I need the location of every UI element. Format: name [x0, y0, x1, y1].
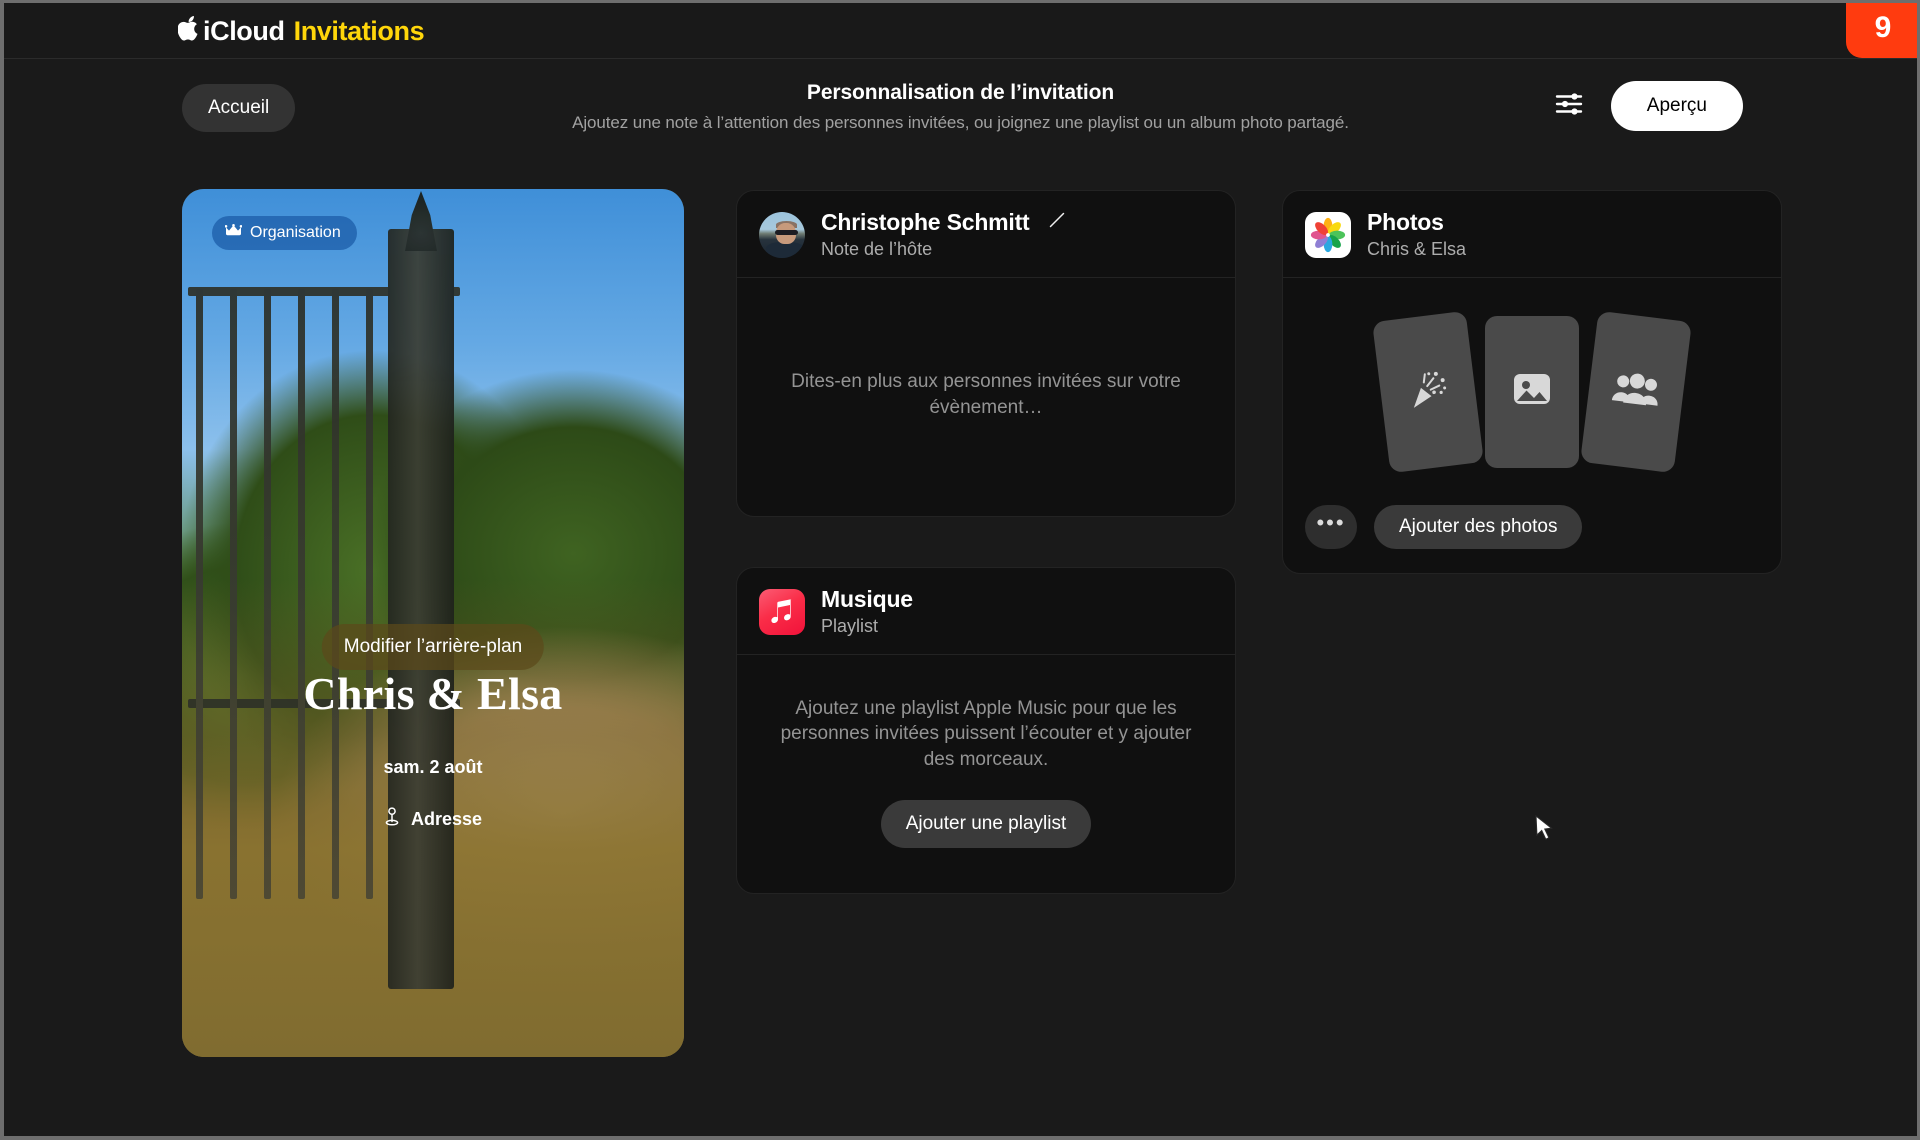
photo-placeholder-people [1580, 310, 1692, 473]
main-content: Organisation Modifier l’arrière-plan Chr… [4, 151, 1917, 1057]
photos-card-titles: Photos Chris & Elsa [1367, 209, 1466, 260]
music-card-placeholder: Ajoutez une playlist Apple Music pour qu… [780, 697, 1192, 770]
event-address-label: Adresse [410, 809, 483, 829]
top-bar: iCloud Invitations 9 [4, 3, 1917, 59]
host-name: Christophe Schmitt [821, 209, 1030, 235]
music-card-body: Ajoutez une playlist Apple Music pour qu… [737, 655, 1235, 893]
music-card-titles: Musique Playlist [821, 586, 913, 637]
host-note-placeholder: Dites-en plus aux personnes invitées sur… [791, 371, 1181, 418]
music-card[interactable]: Musique Playlist Ajoutez une playlist Ap… [736, 567, 1236, 894]
photos-card-title: Photos [1367, 209, 1444, 235]
organizer-badge-label: Organisation [250, 224, 341, 241]
apple-music-icon [759, 588, 805, 635]
page-header: Accueil Personnalisation de l’invitation… [4, 59, 1917, 151]
sliders-icon[interactable] [1554, 91, 1584, 122]
event-address[interactable]: Adresse [182, 807, 684, 832]
host-note-body[interactable]: Dites-en plus aux personnes invitées sur… [737, 278, 1235, 516]
photos-card[interactable]: Photos Chris & Elsa ••• Ajouter des phot… [1282, 190, 1782, 574]
photo-placeholder-image [1485, 315, 1579, 468]
photos-card-subtitle: Chris & Elsa [1367, 239, 1467, 259]
brand-icloud-text: iCloud [203, 15, 285, 46]
app-window: iCloud Invitations 9 Accueil Personnalis… [0, 0, 1920, 1140]
header-actions: Aperçu [1554, 81, 1743, 131]
crown-icon [224, 224, 243, 242]
map-pin-icon [384, 807, 400, 832]
photos-app-icon [1305, 211, 1351, 258]
home-button[interactable]: Accueil [182, 84, 296, 132]
avatar [759, 211, 805, 258]
pencil-icon[interactable] [1048, 211, 1066, 234]
right-column: Photos Chris & Elsa ••• Ajouter des phot… [1282, 190, 1782, 574]
brand-logo: iCloud Invitations [177, 15, 425, 47]
music-card-title: Musique [821, 586, 913, 612]
organizer-badge[interactable]: Organisation [212, 216, 357, 250]
center-column: Christophe Schmitt Note de l’hôte Dites-… [736, 190, 1236, 894]
add-photos-button[interactable]: Ajouter des photos [1374, 505, 1583, 549]
preview-button[interactable]: Aperçu [1610, 81, 1743, 131]
photos-card-body: ••• Ajouter des photos [1283, 278, 1781, 573]
add-playlist-button[interactable]: Ajouter une playlist [880, 800, 1092, 849]
invitation-preview-card[interactable]: Organisation Modifier l’arrière-plan Chr… [182, 189, 684, 1057]
photo-placeholder-stack [1305, 304, 1759, 479]
host-note-label: Note de l’hôte [821, 239, 933, 259]
music-card-subtitle: Playlist [821, 616, 879, 636]
event-name: Chris & Elsa [303, 668, 563, 719]
apple-logo-icon [177, 15, 199, 45]
host-note-card-header: Christophe Schmitt Note de l’hôte [737, 191, 1235, 278]
photos-more-button[interactable]: ••• [1305, 505, 1357, 549]
host-note-card[interactable]: Christophe Schmitt Note de l’hôte Dites-… [736, 190, 1236, 517]
photo-placeholder-party [1372, 310, 1484, 473]
image-icon [1512, 371, 1552, 412]
brand-product-text: Invitations [293, 15, 425, 46]
party-popper-icon [1404, 366, 1451, 418]
cards-area: Christophe Schmitt Note de l’hôte Dites-… [736, 189, 1782, 894]
photos-card-header: Photos Chris & Elsa [1283, 191, 1781, 278]
notification-badge[interactable]: 9 [1846, 3, 1917, 58]
music-card-header: Musique Playlist [737, 568, 1235, 655]
gate-decoration [182, 191, 472, 989]
photos-actions: ••• Ajouter des photos [1305, 505, 1759, 549]
host-note-card-titles: Christophe Schmitt Note de l’hôte [821, 209, 1066, 260]
edit-background-button[interactable]: Modifier l’arrière-plan [321, 624, 545, 670]
people-group-icon [1611, 369, 1661, 413]
event-date: sam. 2 août [383, 757, 483, 777]
invitation-background-photo [182, 189, 684, 1057]
